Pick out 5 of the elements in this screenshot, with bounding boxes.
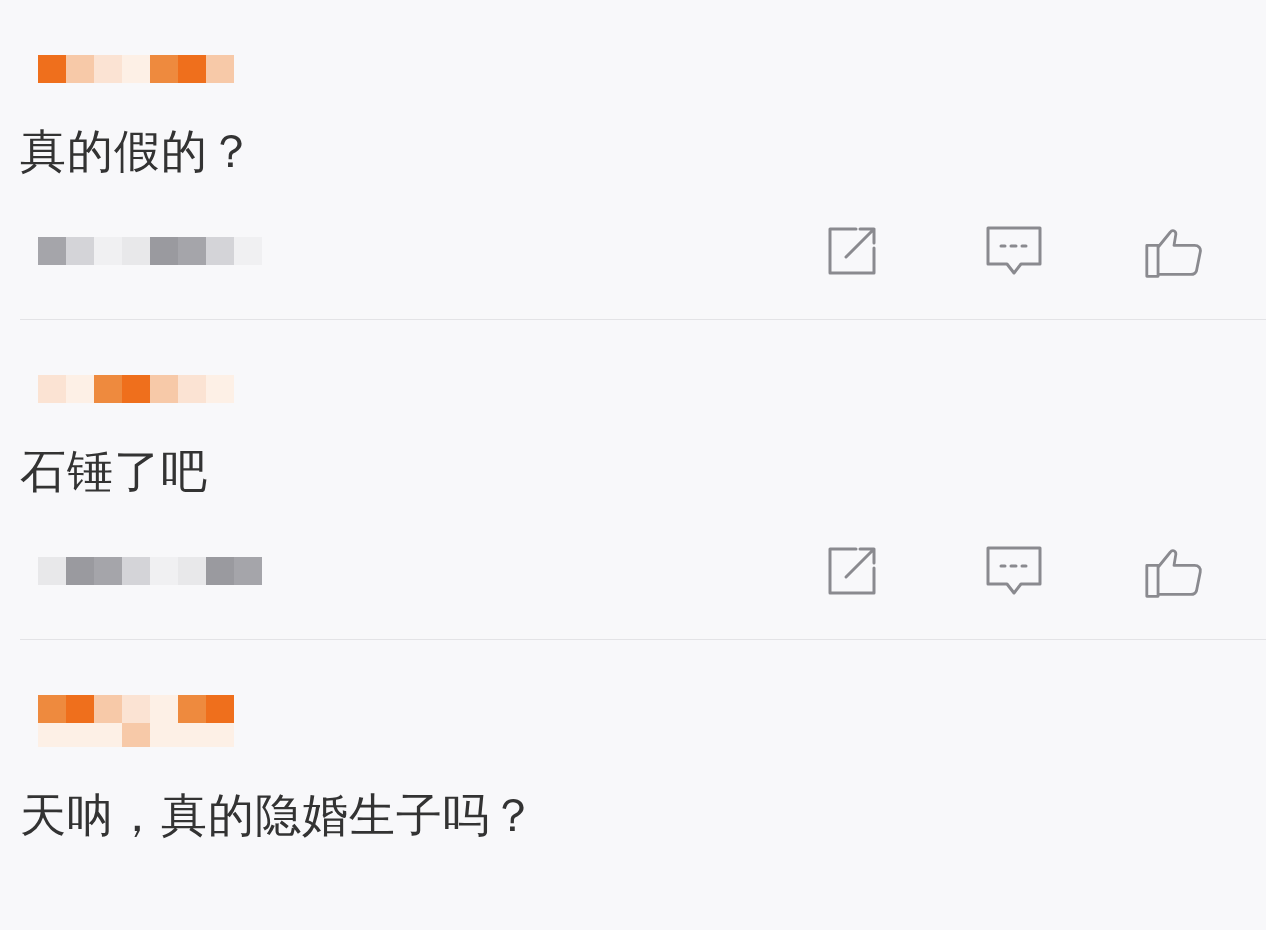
- comment-text: 天呐，真的隐婚生子吗？: [20, 787, 538, 844]
- comment-text: 石锤了吧: [20, 443, 209, 500]
- comment-text: 真的假的？: [20, 123, 256, 180]
- comment-icon: [985, 545, 1043, 597]
- comment-icon: [985, 225, 1043, 277]
